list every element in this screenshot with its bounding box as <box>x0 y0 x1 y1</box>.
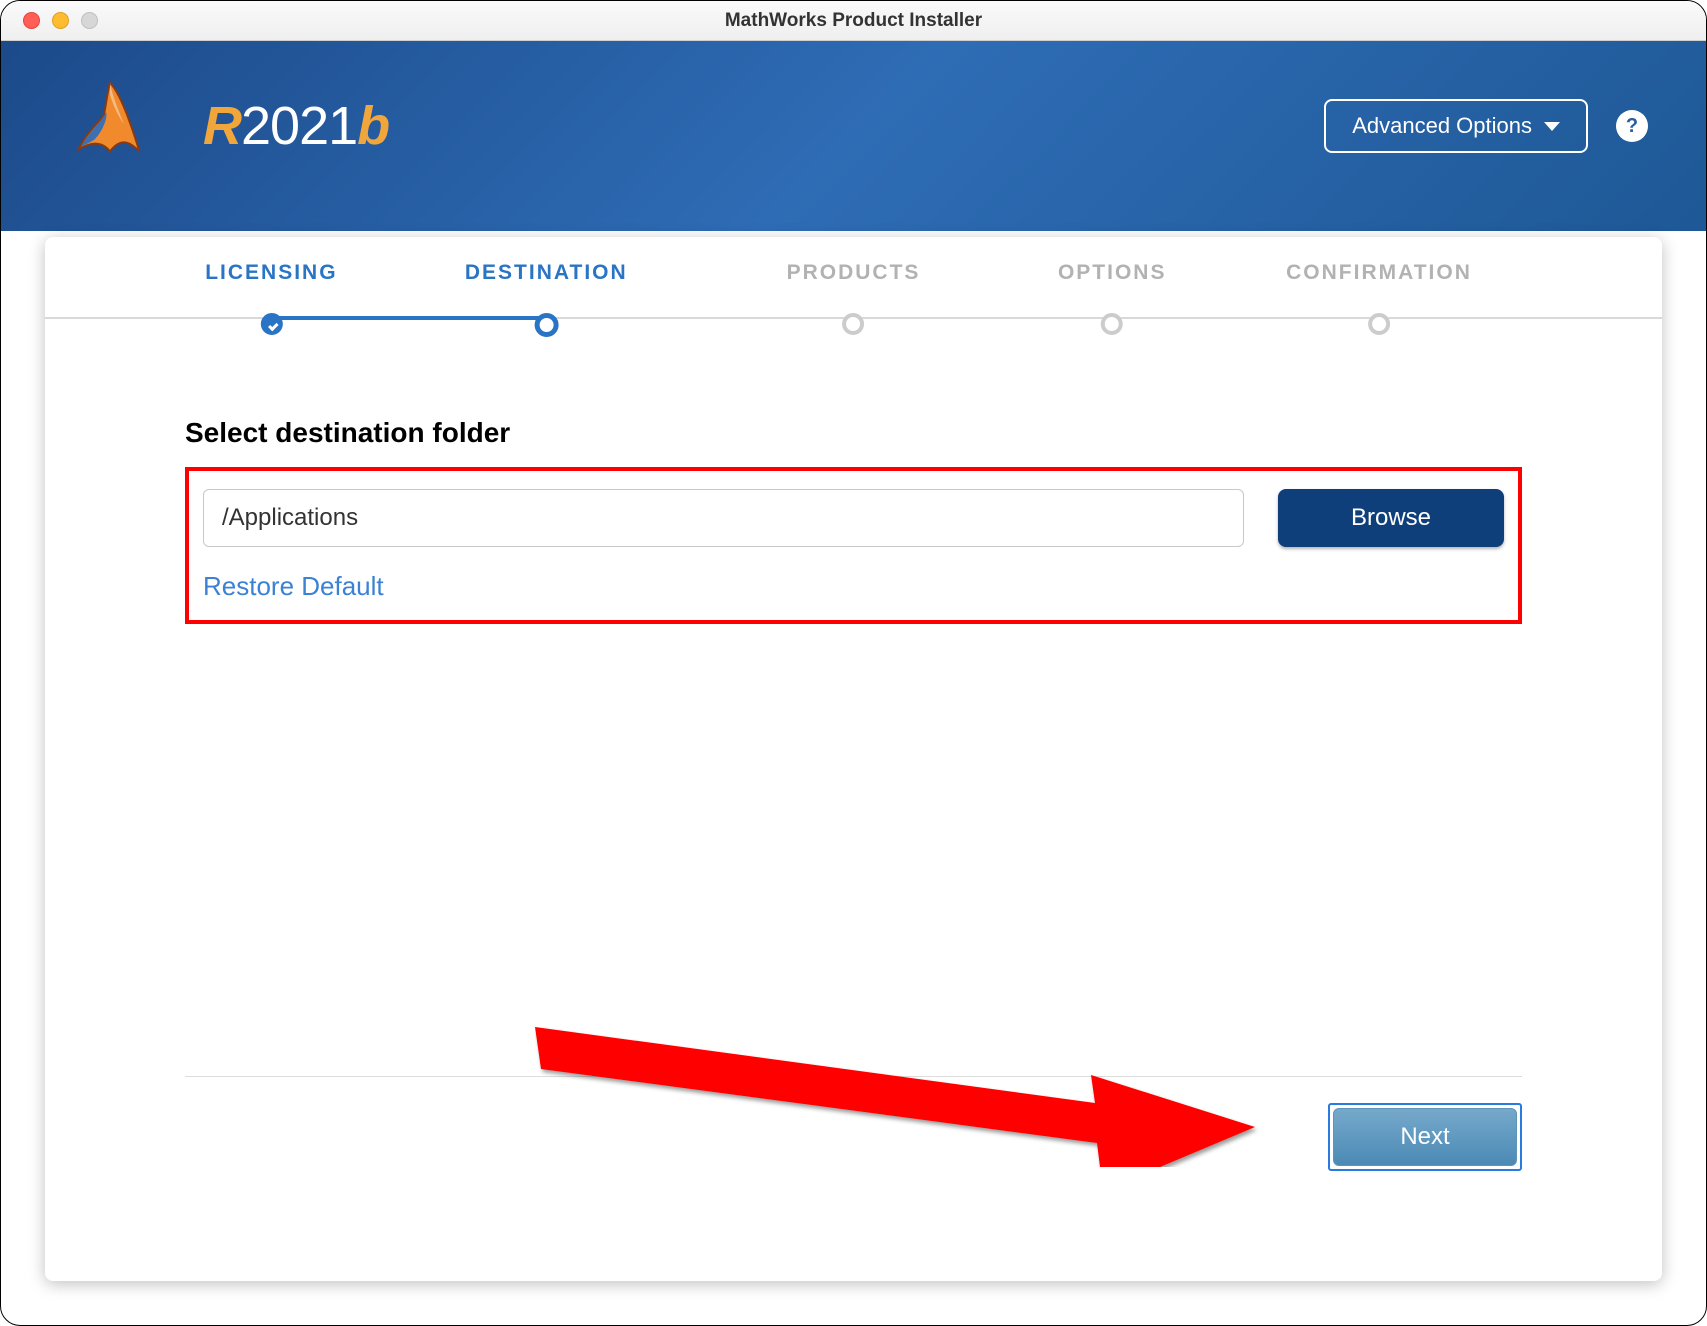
branding: R2021b <box>61 75 389 178</box>
annotation-highlight-box: Browse Restore Default <box>185 467 1522 624</box>
next-button-focus-ring: Next <box>1328 1103 1522 1171</box>
window-title: MathWorks Product Installer <box>725 10 982 32</box>
window-controls <box>23 12 98 29</box>
matlab-logo-icon <box>61 75 159 178</box>
step-confirmation: CONFIRMATION <box>1286 261 1472 325</box>
step-licensing: LICENSING <box>205 261 337 325</box>
destination-folder-input[interactable] <box>203 489 1244 547</box>
next-button[interactable]: Next <box>1333 1108 1517 1166</box>
footer: Next <box>185 1076 1522 1171</box>
step-products-dot <box>843 313 865 335</box>
zoom-window-icon <box>81 12 98 29</box>
header-band: R2021b Advanced Options ? <box>1 41 1706 231</box>
step-confirmation-dot <box>1368 313 1390 335</box>
step-products: PRODUCTS <box>787 261 921 325</box>
main-card: LICENSING DESTINATION PRODUCTS OPTIONS C… <box>45 237 1662 1281</box>
titlebar: MathWorks Product Installer <box>1 1 1706 41</box>
step-destination-dot <box>534 313 558 337</box>
help-icon[interactable]: ? <box>1616 110 1648 142</box>
step-options-dot <box>1101 313 1123 335</box>
advanced-options-button[interactable]: Advanced Options <box>1324 99 1588 153</box>
progress-stepper: LICENSING DESTINATION PRODUCTS OPTIONS C… <box>45 237 1662 357</box>
advanced-options-label: Advanced Options <box>1352 113 1532 139</box>
minimize-window-icon[interactable] <box>52 12 69 29</box>
section-title: Select destination folder <box>185 417 1522 449</box>
browse-button[interactable]: Browse <box>1278 489 1504 547</box>
step-options: OPTIONS <box>1058 261 1167 325</box>
caret-down-icon <box>1544 122 1560 131</box>
content-area: Select destination folder Browse Restore… <box>45 357 1662 624</box>
installer-window: MathWorks Product Installer R2021b Advan… <box>0 0 1707 1326</box>
step-destination: DESTINATION <box>465 261 628 327</box>
restore-default-link[interactable]: Restore Default <box>203 571 384 602</box>
close-window-icon[interactable] <box>23 12 40 29</box>
version-label: R2021b <box>203 95 389 157</box>
step-licensing-dot <box>260 313 282 335</box>
